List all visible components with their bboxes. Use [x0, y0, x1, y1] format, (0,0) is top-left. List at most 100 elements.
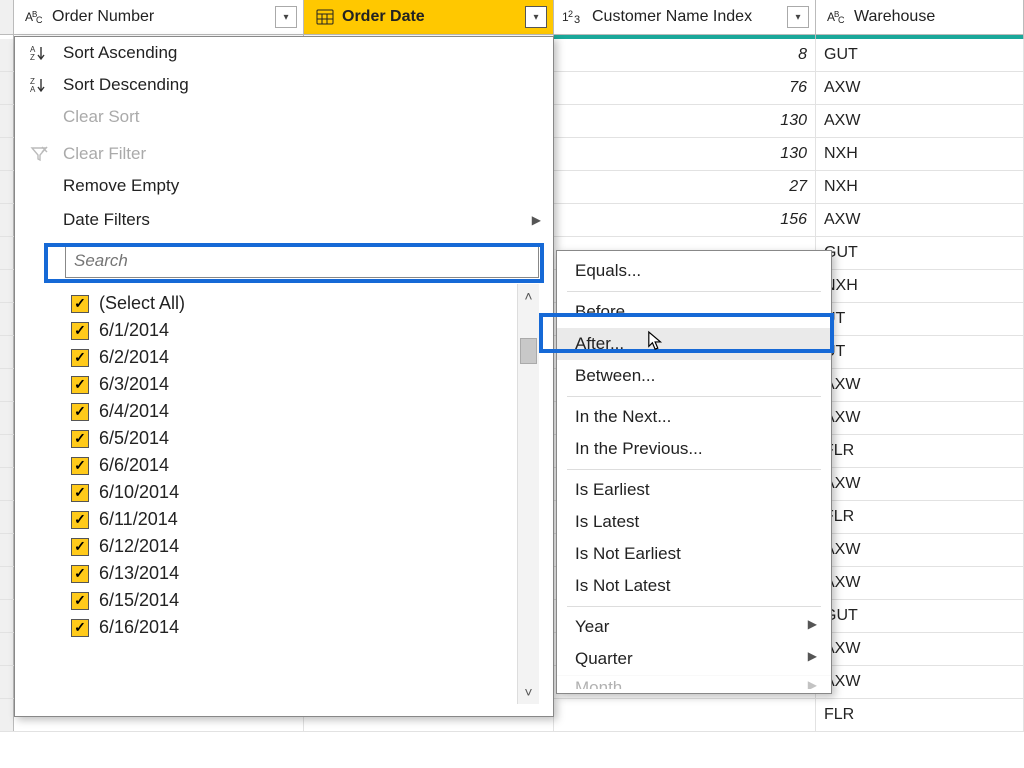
cell-warehouse: FLR: [816, 435, 1024, 467]
checkbox-checked-icon[interactable]: ✓: [71, 376, 89, 394]
column-header-customer-name-index[interactable]: 123 Customer Name Index ▾: [554, 0, 816, 34]
filter-in-the-previous[interactable]: In the Previous...: [557, 433, 831, 465]
filter-values-list[interactable]: ✓(Select All)✓6/1/2014✓6/2/2014✓6/3/2014…: [65, 284, 517, 704]
column-label: Order Date: [340, 8, 525, 26]
filter-quarter[interactable]: Quarter▶: [557, 643, 831, 675]
remove-empty[interactable]: Remove Empty: [15, 170, 553, 202]
checkbox-checked-icon[interactable]: ✓: [71, 538, 89, 556]
filter-value-label: 6/11/2014: [99, 509, 178, 530]
checkbox-checked-icon[interactable]: ✓: [71, 619, 89, 637]
menu-label: After...: [575, 334, 624, 353]
scrollbar[interactable]: ˄ ˅: [517, 284, 539, 704]
menu-label: Sort Ascending: [63, 43, 177, 63]
filter-search-input[interactable]: [66, 245, 538, 277]
column-header-order-date[interactable]: Order Date ▾: [304, 0, 554, 34]
filter-value-item[interactable]: ✓6/4/2014: [69, 398, 513, 425]
filter-value-item[interactable]: ✓ 6/6/2014: [69, 452, 513, 479]
cell-warehouse: AXW: [816, 72, 1024, 104]
cell-customer-name-index: 8: [554, 39, 816, 71]
date-type-icon: [310, 7, 340, 27]
filter-in-the-next[interactable]: In the Next...: [557, 401, 831, 433]
checkbox-checked-icon[interactable]: ✓: [71, 511, 89, 529]
column-label: Order Number: [50, 8, 275, 26]
filter-value-label: 6/16/2014: [99, 617, 179, 638]
sort-ascending[interactable]: AZ Sort Ascending: [15, 37, 553, 69]
cell-customer-name-index: 27: [554, 171, 816, 203]
scroll-up-icon[interactable]: ˄: [518, 284, 539, 308]
checkbox-checked-icon[interactable]: ✓: [71, 349, 89, 367]
filter-month[interactable]: Month▶: [557, 675, 831, 689]
checkbox-checked-icon[interactable]: ✓: [71, 457, 89, 475]
checkbox-checked-icon[interactable]: ✓: [71, 430, 89, 448]
chevron-right-icon: ▶: [808, 678, 817, 689]
filter-value-item[interactable]: ✓6/12/2014: [69, 533, 513, 560]
grid-header: ABC Order Number ▾ Order Date ▾ 123 Cust…: [0, 0, 1024, 35]
filter-before[interactable]: Before...: [557, 296, 831, 328]
scroll-down-icon[interactable]: ˅: [518, 680, 539, 704]
row-number-cell: [0, 204, 14, 236]
checkbox-checked-icon[interactable]: ✓: [71, 295, 89, 313]
menu-label: Quarter: [575, 649, 633, 668]
filter-value-label: 6/15/2014: [99, 590, 179, 611]
cell-customer-name-index: 156: [554, 204, 816, 236]
checkbox-checked-icon[interactable]: ✓: [71, 322, 89, 340]
menu-label: In the Previous...: [575, 439, 703, 458]
cell-warehouse: AXW: [816, 567, 1024, 599]
filter-is-not-latest[interactable]: Is Not Latest: [557, 570, 831, 602]
sort-desc-icon: ZA: [29, 76, 49, 94]
filter-value-item[interactable]: ✓ 6/1/2014: [69, 317, 513, 344]
filter-value-item[interactable]: ✓ 6/11/2014: [69, 506, 513, 533]
checkbox-checked-icon[interactable]: ✓: [71, 484, 89, 502]
filter-value-label: 6/1/2014: [99, 320, 169, 341]
checkbox-checked-icon[interactable]: ✓: [71, 565, 89, 583]
row-number-cell: [0, 72, 14, 104]
filter-is-not-earliest[interactable]: Is Not Earliest: [557, 538, 831, 570]
filter-search[interactable]: [65, 244, 539, 278]
cell-warehouse: UT: [816, 303, 1024, 335]
cell-warehouse: AXW: [816, 534, 1024, 566]
cell-warehouse: AXW: [816, 204, 1024, 236]
checkbox-checked-icon[interactable]: ✓: [71, 403, 89, 421]
filter-value-label: 6/6/2014: [99, 455, 169, 476]
menu-label: Is Not Latest: [575, 576, 670, 595]
filter-value-item[interactable]: ✓6/3/2014: [69, 371, 513, 398]
column-label: Warehouse: [852, 8, 1017, 26]
cell-customer-name-index: [554, 699, 816, 731]
column-filter-button[interactable]: ▾: [787, 6, 809, 28]
row-number-cell: [0, 270, 14, 302]
filter-after[interactable]: After...: [557, 328, 831, 360]
filter-value-item[interactable]: ✓6/13/2014: [69, 560, 513, 587]
column-filter-button[interactable]: ▾: [525, 6, 547, 28]
date-filters[interactable]: Date Filters ▶: [15, 202, 553, 238]
filter-value-item[interactable]: ✓ 6/10/2014: [69, 479, 513, 506]
filter-value-label: 6/5/2014: [99, 428, 169, 449]
menu-label: Is Latest: [575, 512, 639, 531]
checkbox-checked-icon[interactable]: ✓: [71, 592, 89, 610]
filter-value-item[interactable]: ✓6/2/2014: [69, 344, 513, 371]
filter-value-item[interactable]: ✓(Select All): [69, 290, 513, 317]
filter-year[interactable]: Year▶: [557, 611, 831, 643]
filter-value-item[interactable]: ✓ 6/16/2014: [69, 614, 513, 641]
scroll-thumb[interactable]: [520, 338, 537, 364]
row-number-cell: [0, 567, 14, 599]
sort-descending[interactable]: ZA Sort Descending: [15, 69, 553, 101]
column-filter-button[interactable]: ▾: [275, 6, 297, 28]
column-header-warehouse[interactable]: ABC Warehouse: [816, 0, 1024, 34]
filter-equals[interactable]: Equals...: [557, 255, 831, 287]
cell-warehouse: UT: [816, 336, 1024, 368]
column-header-order-number[interactable]: ABC Order Number ▾: [14, 0, 304, 34]
row-number-cell: [0, 633, 14, 665]
chevron-right-icon: ▶: [808, 617, 817, 631]
filter-value-label: 6/10/2014: [99, 482, 179, 503]
column-filter-dropdown: AZ Sort Ascending ZA Sort Descending Cle…: [14, 36, 554, 717]
menu-label: Is Not Earliest: [575, 544, 681, 563]
row-number-cell: [0, 237, 14, 269]
svg-text:C: C: [36, 15, 43, 25]
svg-text:3: 3: [574, 14, 580, 26]
filter-is-latest[interactable]: Is Latest: [557, 506, 831, 538]
filter-value-item[interactable]: ✓ 6/15/2014: [69, 587, 513, 614]
filter-value-item[interactable]: ✓ 6/5/2014: [69, 425, 513, 452]
cell-warehouse: AXW: [816, 105, 1024, 137]
filter-between[interactable]: Between...: [557, 360, 831, 392]
filter-is-earliest[interactable]: Is Earliest: [557, 474, 831, 506]
